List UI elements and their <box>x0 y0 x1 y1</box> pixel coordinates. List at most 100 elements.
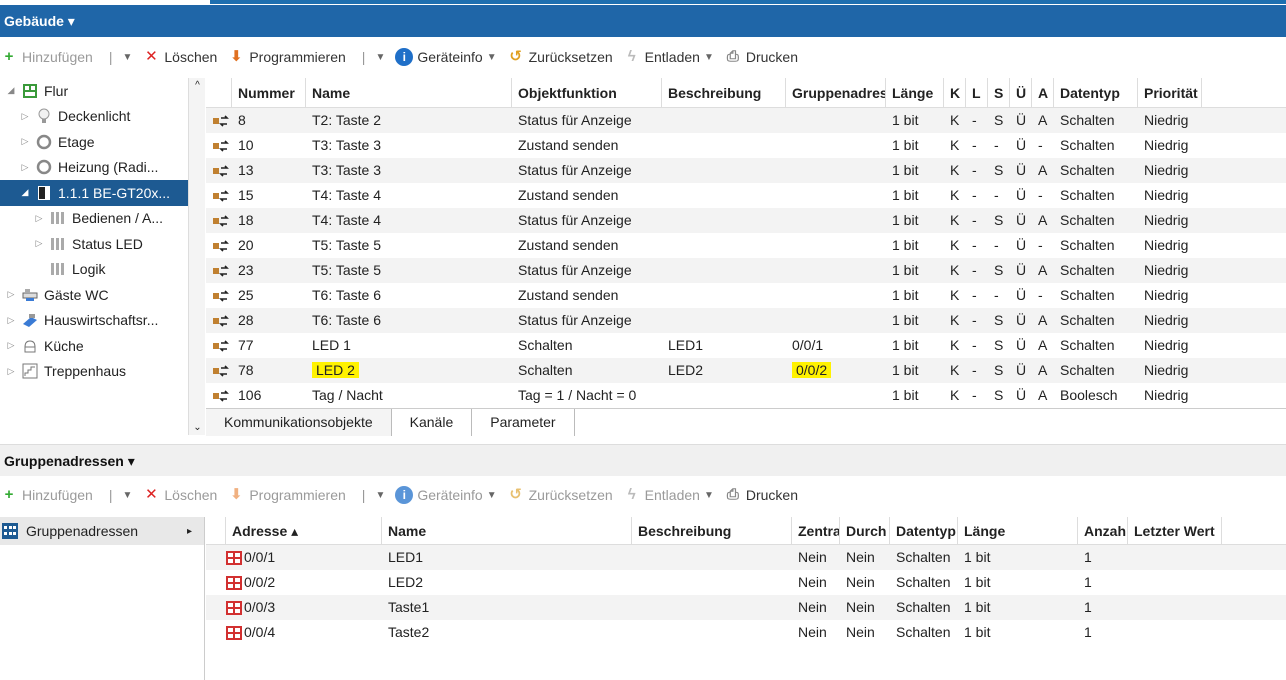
header-ue[interactable]: Ü <box>1010 77 1032 108</box>
cell-gruppenadresse <box>786 383 886 408</box>
tree-item-kueche[interactable]: ▷ Küche <box>0 333 204 359</box>
table-row[interactable]: 15 T4: Taste 4 Zustand senden 1 bit K - - Ü - Sch… <box>206 183 1286 208</box>
tree-scrollbar[interactable]: ^ ⌄ <box>188 78 205 435</box>
collapsed-triangle-icon[interactable]: ▷ <box>4 366 18 377</box>
reset-button[interactable]: ↺ Zurücksetzen <box>507 486 612 504</box>
chevron-down-icon[interactable]: ▼ <box>122 490 132 501</box>
collapsed-triangle-icon[interactable]: ▷ <box>4 315 18 326</box>
table-row[interactable]: 0/0/1 LED1 Nein Nein Schalten 1 bit 1 <box>206 545 1286 570</box>
table-row[interactable]: 106 Tag / Nacht Tag = 1 / Nacht = 0 1 bit K -… <box>206 383 1286 408</box>
table-row[interactable]: 10 T3: Taste 3 Zustand senden 1 bit K - - Ü - Sch… <box>206 133 1286 158</box>
header-k[interactable]: K <box>944 77 966 108</box>
tree-item-gruppenadressen[interactable]: Gruppenadressen ▸ <box>0 517 204 545</box>
header-beschreibung[interactable]: Beschreibung <box>662 77 786 108</box>
header-adresse[interactable]: Adresse ▴ <box>226 516 382 545</box>
header-laenge[interactable]: Länge <box>886 77 944 108</box>
device-info-button[interactable]: i Geräteinfo ▼ <box>395 48 497 66</box>
collapsed-triangle-icon[interactable]: ▷ <box>4 340 18 351</box>
collapsed-triangle-icon[interactable]: ▷ <box>18 162 32 173</box>
chevron-down-icon[interactable]: ▼ <box>375 52 385 63</box>
chevron-down-icon[interactable]: ▼ <box>122 52 132 63</box>
expanded-triangle-icon[interactable]: ◢ <box>18 187 32 198</box>
tree-item-flur[interactable]: ◢ Flur <box>0 78 204 104</box>
tab-kanaele[interactable]: Kanäle <box>391 409 473 436</box>
print-label: Drucken <box>745 487 798 503</box>
header-name[interactable]: Name <box>306 77 512 108</box>
collapsed-triangle-icon[interactable]: ▷ <box>32 238 46 249</box>
comm-object-icon <box>213 240 229 252</box>
tree-item-label: Küche <box>44 337 84 354</box>
table-row[interactable]: 0/0/3 Taste1 Nein Nein Schalten 1 bit 1 <box>206 595 1286 620</box>
device-info-button[interactable]: i Geräteinfo ▼ <box>395 486 497 504</box>
add-button[interactable]: + Hinzufügen <box>0 486 93 504</box>
tab-parameter[interactable]: Parameter <box>472 409 575 436</box>
cell-l: - <box>972 137 977 153</box>
group-address-icon <box>226 576 242 591</box>
header-a[interactable]: A <box>1032 77 1054 108</box>
table-header: Nummer Name Objektfunktion Beschreibung … <box>206 77 1286 108</box>
header-zentral[interactable]: Zentra <box>792 516 840 545</box>
header-prioritaet[interactable]: Priorität <box>1138 77 1202 108</box>
delete-button[interactable]: ✕ Löschen <box>142 48 217 66</box>
header-datentyp[interactable]: Datentyp <box>890 516 958 545</box>
table-row[interactable]: 13 T3: Taste 3 Status für Anzeige 1 bit K - S Ü… <box>206 158 1286 183</box>
tree-item-gaeste-wc[interactable]: ▷ Gäste WC <box>0 282 204 308</box>
expanded-triangle-icon[interactable]: ◢ <box>4 85 18 96</box>
header-anzahl[interactable]: Anzah <box>1078 516 1128 545</box>
chevron-right-icon[interactable]: ▸ <box>187 526 192 537</box>
scroll-up-icon[interactable]: ^ <box>189 80 206 91</box>
header-name[interactable]: Name <box>382 516 632 545</box>
header-laenge[interactable]: Länge <box>958 516 1078 545</box>
tree-item-etage[interactable]: ▷ Etage <box>0 129 204 155</box>
header-beschreibung[interactable]: Beschreibung <box>632 516 792 545</box>
table-row[interactable]: 25 T6: Taste 6 Zustand senden 1 bit K - - Ü - Sch… <box>206 283 1286 308</box>
delete-button[interactable]: ✕ Löschen <box>142 486 217 504</box>
cell-k: K <box>950 312 960 328</box>
unload-button[interactable]: ϟ Entladen ▼ <box>623 486 714 504</box>
header-nummer[interactable]: Nummer <box>232 77 306 108</box>
tree-item-treppenhaus[interactable]: ▷ Treppenhaus <box>0 359 204 385</box>
print-button[interactable]: ⎙ Drucken <box>724 486 798 504</box>
print-button[interactable]: ⎙ Drucken <box>724 48 798 66</box>
collapsed-triangle-icon[interactable]: ▷ <box>4 289 18 300</box>
tree-item-deckenlicht[interactable]: ▷ Deckenlicht <box>0 104 204 130</box>
group-panel-header[interactable]: Gruppenadressen ▾ <box>0 444 1286 476</box>
header-datentyp[interactable]: Datentyp <box>1054 77 1138 108</box>
table-row[interactable]: 0/0/4 Taste2 Nein Nein Schalten 1 bit 1 <box>206 620 1286 645</box>
tree-item-status-led[interactable]: ▷ Status LED <box>0 231 204 257</box>
tab-kommunikationsobjekte[interactable]: Kommunikationsobjekte <box>206 409 392 436</box>
table-row[interactable]: 8 T2: Taste 2 Status für Anzeige 1 bit K - S Ü A… <box>206 108 1286 133</box>
reset-button[interactable]: ↺ Zurücksetzen <box>507 48 612 66</box>
cell-nummer: 23 <box>238 262 254 278</box>
table-row[interactable]: 23 T5: Taste 5 Status für Anzeige 1 bit K - S Ü… <box>206 258 1286 283</box>
table-row[interactable]: 77 LED 1 Schalten LED1 0/0/1 1 bit K - S Ü A Schalt… <box>206 333 1286 358</box>
table-row[interactable]: 18 T4: Taste 4 Status für Anzeige 1 bit K - S Ü… <box>206 208 1286 233</box>
program-button[interactable]: ⬇ Programmieren <box>227 48 346 66</box>
header-objektfunktion[interactable]: Objektfunktion <box>512 77 662 108</box>
header-letzter-wert[interactable]: Letzter Wert <box>1128 516 1222 545</box>
table-row[interactable]: 28 T6: Taste 6 Status für Anzeige 1 bit K - S Ü… <box>206 308 1286 333</box>
collapsed-triangle-icon[interactable]: ▷ <box>18 111 32 122</box>
scroll-down-icon[interactable]: ⌄ <box>189 422 206 433</box>
table-row[interactable]: 0/0/2 LED2 Nein Nein Schalten 1 bit 1 <box>206 570 1286 595</box>
table-row[interactable]: 78 LED 2 Schalten LED2 0/0/2 1 bit K - S Ü A Schalt… <box>206 358 1286 383</box>
tree-item-bedienen[interactable]: ▷ Bedienen / A... <box>0 206 204 232</box>
tree-item-hauswirtschaft[interactable]: ▷ Hauswirtschaftsr... <box>0 308 204 334</box>
header-l[interactable]: L <box>966 77 988 108</box>
add-button[interactable]: + Hinzufügen <box>0 48 93 66</box>
collapsed-triangle-icon[interactable]: ▷ <box>18 136 32 147</box>
chevron-down-icon[interactable]: ▼ <box>375 490 385 501</box>
header-s[interactable]: S <box>988 77 1010 108</box>
table-row[interactable]: 20 T5: Taste 5 Zustand senden 1 bit K - - Ü - Sch… <box>206 233 1286 258</box>
collapsed-triangle-icon[interactable]: ▷ <box>32 213 46 224</box>
tree-item-device[interactable]: ◢ 1.1.1 BE-GT20x... <box>0 180 204 206</box>
buildings-panel-header[interactable]: Gebäude ▾ <box>0 5 1286 37</box>
header-durchgang[interactable]: Durch <box>840 516 890 545</box>
tree-item-heizung[interactable]: ▷ Heizung (Radi... <box>0 155 204 181</box>
header-gruppenadressen[interactable]: Gruppenadres <box>786 77 886 108</box>
cell-datentyp: Schalten <box>1060 312 1115 328</box>
program-button[interactable]: ⬇ Programmieren <box>227 486 346 504</box>
unload-button[interactable]: ϟ Entladen ▼ <box>623 48 714 66</box>
cell-gruppenadresse <box>786 158 886 183</box>
tree-item-logik[interactable]: Logik <box>0 257 204 283</box>
